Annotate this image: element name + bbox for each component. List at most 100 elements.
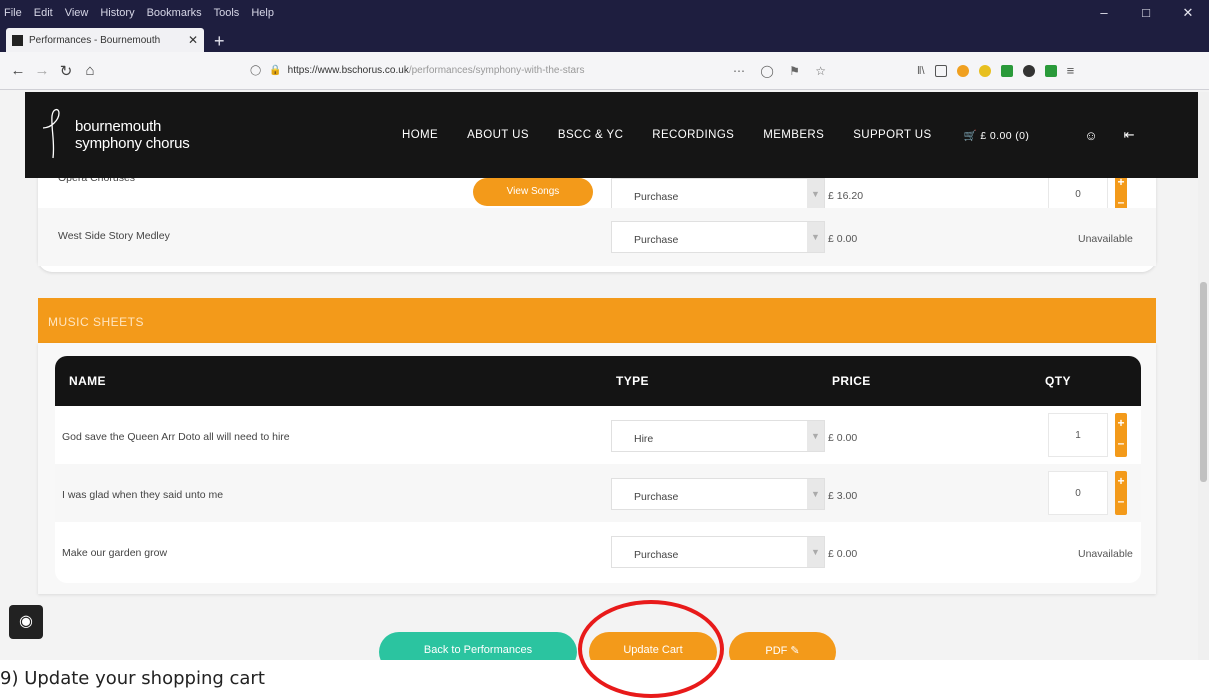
extension-check2-icon[interactable] <box>1044 64 1057 77</box>
unavailable-label: Unavailable <box>1078 548 1133 560</box>
header-qty: QTY <box>1045 374 1071 388</box>
cookie-settings-icon[interactable]: ◉ <box>9 605 43 639</box>
item-price: £ 16.20 <box>828 190 864 202</box>
menu-bar: File Edit View History Bookmarks Tools H… <box>0 0 1209 26</box>
item-price: £ 0.00 <box>828 233 858 245</box>
type-select[interactable]: Purchase ▼ <box>611 221 825 253</box>
tab-bar: Performances - Bournemouth ✕ + <box>0 26 1209 52</box>
home-icon[interactable]: ⌂ <box>78 62 102 79</box>
minimize-icon[interactable]: – <box>1083 5 1125 21</box>
scrollbar-thumb[interactable] <box>1200 282 1207 482</box>
section-title-bar: MUSIC SHEETS <box>38 298 1156 343</box>
back-to-performances-button[interactable]: Back to Performances <box>379 632 577 660</box>
type-value: Purchase <box>634 549 679 561</box>
nav-cart[interactable]: 🛒 £ 0.00 (0) <box>964 129 1030 142</box>
type-select[interactable]: Purchase ▼ <box>611 478 825 510</box>
nav-recordings[interactable]: RECORDINGS <box>652 129 734 141</box>
type-select[interactable]: Purchase ▼ <box>611 178 825 210</box>
type-select[interactable]: Purchase ▼ <box>611 536 825 568</box>
quantity-field[interactable]: 1 <box>1048 413 1108 457</box>
cart-icon: 🛒 <box>963 129 978 142</box>
chevron-down-icon: ▼ <box>807 222 824 252</box>
page-scrollbar[interactable] <box>1198 92 1209 660</box>
menu-history[interactable]: History <box>100 7 134 19</box>
sheet-price: £ 0.00 <box>828 548 858 560</box>
extension-toolbar: ‖\ ≡ <box>917 63 1074 78</box>
tab-title: Performances - Bournemouth <box>29 34 161 46</box>
music-sheets-card: NAME TYPE PRICE QTY God save the Queen A… <box>38 343 1156 594</box>
type-value: Purchase <box>634 491 679 503</box>
url-bar[interactable]: ◯ 🔒 https://www.bschorus.co.uk /performa… <box>242 57 832 85</box>
table-row: I was glad when they said unto me Purcha… <box>55 464 1141 522</box>
extension-yellow-icon[interactable] <box>978 64 991 77</box>
extension-check-icon[interactable] <box>1000 64 1013 77</box>
nav-about-us[interactable]: ABOUT US <box>467 129 529 141</box>
main-nav: HOME ABOUT US BSCC & YC RECORDINGS MEMBE… <box>402 92 1135 178</box>
logo-line2: symphony chorus <box>75 135 190 152</box>
navigation-bar: ← → ↻ ⌂ ◯ 🔒 https://www.bschorus.co.uk /… <box>0 52 1209 90</box>
sheet-name: I was glad when they said unto me <box>62 489 224 501</box>
user-icon[interactable]: ☺ <box>1084 128 1097 143</box>
menu-hamburger-icon[interactable]: ≡ <box>1067 63 1075 78</box>
pdf-button[interactable]: PDF ✎ <box>729 632 836 660</box>
menu-tools[interactable]: Tools <box>214 7 240 19</box>
type-value: Hire <box>634 433 654 445</box>
type-value: Purchase <box>634 191 679 203</box>
page-actions-icon[interactable]: ⋯ ◯ ⚑ ☆ <box>733 64 832 78</box>
pdf-label: PDF <box>765 645 788 657</box>
chevron-down-icon: ▼ <box>807 537 824 567</box>
lock-icon[interactable]: 🔒 <box>269 65 281 76</box>
favicon-icon <box>12 34 23 46</box>
menu-file[interactable]: File <box>4 7 22 19</box>
nav-home[interactable]: HOME <box>402 129 438 141</box>
url-path: /performances/symphony-with-the-stars <box>408 65 585 76</box>
library-icon[interactable]: ‖\ <box>917 65 925 77</box>
quantity-field[interactable]: 0 <box>1048 471 1108 515</box>
tab-performances[interactable]: Performances - Bournemouth ✕ <box>6 28 204 52</box>
unavailable-label: Unavailable <box>1078 233 1133 245</box>
quantity-stepper[interactable]: + – <box>1115 471 1127 515</box>
menu-help[interactable]: Help <box>251 7 274 19</box>
extension-orange-icon[interactable] <box>956 64 969 77</box>
forward-arrow-icon[interactable]: → <box>30 62 54 79</box>
header-name: NAME <box>69 374 106 388</box>
sheet-name: Make our garden grow <box>62 547 168 559</box>
logout-icon[interactable]: ⇤ <box>1124 127 1135 143</box>
menu-edit[interactable]: Edit <box>34 7 53 19</box>
site-header: bournemouth symphony chorus HOME ABOUT U… <box>25 92 1198 178</box>
nav-bscc-yc[interactable]: BSCC & YC <box>558 129 623 141</box>
sheet-name: God save the Queen Arr Doto all will nee… <box>62 431 290 443</box>
type-value: Purchase <box>634 234 679 246</box>
sidebar-icon[interactable] <box>934 64 947 77</box>
browser-window: File Edit View History Bookmarks Tools H… <box>0 0 1209 660</box>
section-title: MUSIC SHEETS <box>48 315 145 329</box>
chevron-down-icon: ▼ <box>807 479 824 509</box>
logo-line1: bournemouth <box>75 118 162 135</box>
nav-support-us[interactable]: SUPPORT US <box>853 129 931 141</box>
reload-icon[interactable]: ↻ <box>54 62 78 80</box>
instruction-caption: 9) Update your shopping cart <box>0 668 265 689</box>
quantity-stepper[interactable]: + – <box>1115 413 1127 457</box>
table-header: NAME TYPE PRICE QTY <box>55 356 1141 406</box>
nav-members[interactable]: MEMBERS <box>763 129 824 141</box>
site-logo[interactable]: bournemouth symphony chorus <box>41 108 190 162</box>
new-tab-icon[interactable]: + <box>214 30 225 52</box>
close-window-icon[interactable]: ✕ <box>1167 5 1209 21</box>
chevron-down-icon: ▼ <box>807 179 824 209</box>
maximize-icon[interactable]: □ <box>1125 5 1167 21</box>
view-songs-button[interactable]: View Songs <box>473 178 593 206</box>
list-item: West Side Story Medley Purchase ▼ £ 0.00 … <box>38 208 1156 266</box>
music-sheets-table: NAME TYPE PRICE QTY God save the Queen A… <box>55 356 1141 583</box>
chevron-down-icon: ▼ <box>807 421 824 451</box>
logo-mark-icon <box>42 108 60 159</box>
pdf-icon: ✎ <box>790 645 800 657</box>
type-select[interactable]: Hire ▼ <box>611 420 825 452</box>
close-tab-icon[interactable]: ✕ <box>188 33 198 47</box>
menu-bookmarks[interactable]: Bookmarks <box>147 7 202 19</box>
sheet-price: £ 3.00 <box>828 490 858 502</box>
extension-dark-icon[interactable] <box>1022 64 1035 77</box>
menu-view[interactable]: View <box>65 7 89 19</box>
back-arrow-icon[interactable]: ← <box>6 62 30 79</box>
shield-icon[interactable]: ◯ <box>250 65 261 76</box>
item-name: West Side Story Medley <box>58 230 170 242</box>
